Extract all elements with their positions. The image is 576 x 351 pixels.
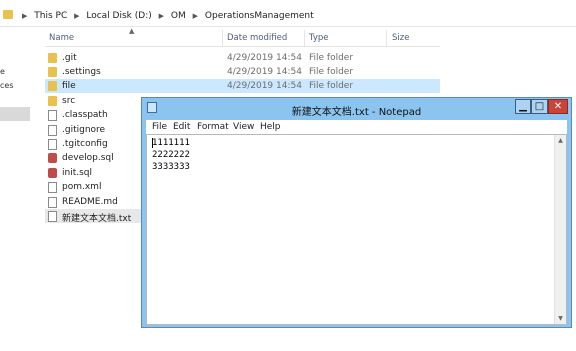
folder-icon <box>48 67 57 77</box>
folder-icon <box>48 81 57 91</box>
address-bar[interactable]: ▶ This PC ▶ Local Disk (D:) ▶ OM ▶ Opera… <box>0 6 576 27</box>
menu-help[interactable]: Help <box>260 122 281 132</box>
column-divider[interactable] <box>304 30 305 46</box>
file-row-selected[interactable]: file 4/29/2019 14:54 File folder <box>45 79 440 93</box>
column-size[interactable]: Size <box>392 33 409 43</box>
nav-pane-item[interactable]: ces <box>0 81 14 90</box>
vertical-scrollbar[interactable]: ▲ ▼ <box>554 135 566 324</box>
file-name: src <box>62 96 76 106</box>
breadcrumb: ▶ This PC ▶ Local Disk (D:) ▶ OM ▶ Opera… <box>18 11 314 21</box>
file-date: 4/29/2019 14:54 <box>227 67 302 77</box>
column-divider[interactable] <box>222 30 223 46</box>
menu-format[interactable]: Format <box>197 122 229 132</box>
file-icon <box>48 125 57 136</box>
breadcrumb-operations-management[interactable]: OperationsManagement <box>205 11 314 21</box>
menu-view[interactable]: View <box>233 122 254 132</box>
xml-file-icon <box>48 182 57 193</box>
text-caret <box>152 138 153 148</box>
column-divider[interactable] <box>386 30 387 46</box>
maximize-button[interactable]: □ <box>531 99 548 114</box>
menu-edit[interactable]: Edit <box>173 122 190 132</box>
scroll-down-icon[interactable]: ▼ <box>556 314 565 323</box>
title-bar[interactable]: 新建文本文档.txt - Notepad ▁ □ ✕ <box>142 98 571 118</box>
nav-pane-selected-item[interactable] <box>0 107 30 121</box>
file-name: README.md <box>62 197 118 207</box>
menu-bar: File Edit Format View Help <box>146 120 567 134</box>
file-icon <box>48 197 57 208</box>
file-date: 4/29/2019 14:54 <box>227 53 302 63</box>
folder-icon <box>3 10 13 19</box>
column-header: ▲ Name Date modified Type Size <box>45 27 440 47</box>
minimize-button[interactable]: ▁ <box>515 99 531 114</box>
breadcrumb-om[interactable]: OM <box>171 11 186 21</box>
folder-icon <box>48 96 57 106</box>
column-date-modified[interactable]: Date modified <box>227 33 287 43</box>
file-icon <box>48 110 57 121</box>
editor-content[interactable]: 1111111 2222222 3333333 <box>152 137 190 173</box>
file-name: .git <box>62 53 77 63</box>
file-name: .tgitconfig <box>62 139 108 149</box>
close-button[interactable]: ✕ <box>548 99 568 114</box>
file-icon <box>48 139 57 150</box>
column-name[interactable]: Name <box>49 33 74 43</box>
sql-file-icon <box>48 153 57 163</box>
folder-icon <box>48 53 57 63</box>
window-title: 新建文本文档.txt - Notepad <box>291 107 422 118</box>
file-name: pom.xml <box>62 182 102 192</box>
sort-ascending-icon: ▲ <box>129 27 135 35</box>
file-date: 4/29/2019 14:54 <box>227 81 302 91</box>
file-name: .classpath <box>62 110 108 120</box>
chevron-right-icon[interactable]: ▶ <box>193 12 198 20</box>
sql-file-icon <box>48 168 57 178</box>
file-row[interactable]: .settings 4/29/2019 14:54 File folder <box>45 65 440 79</box>
file-name: file <box>62 81 76 91</box>
file-type: File folder <box>309 53 354 63</box>
text-editor[interactable]: 1111111 2222222 3333333 ▲ ▼ <box>146 134 567 325</box>
file-name: .settings <box>62 67 101 77</box>
file-name: .gitignore <box>62 125 106 135</box>
file-name: init.sql <box>62 168 92 178</box>
file-type: File folder <box>309 81 354 91</box>
file-name: develop.sql <box>62 153 114 163</box>
chevron-right-icon[interactable]: ▶ <box>159 12 164 20</box>
notepad-window[interactable]: 新建文本文档.txt - Notepad ▁ □ ✕ File Edit For… <box>141 97 572 328</box>
text-file-icon <box>48 211 57 222</box>
breadcrumb-this-pc[interactable]: This PC <box>34 11 67 21</box>
column-type[interactable]: Type <box>309 33 329 43</box>
file-row[interactable]: .git 4/29/2019 14:54 File folder <box>45 51 440 65</box>
breadcrumb-local-disk[interactable]: Local Disk (D:) <box>86 11 151 21</box>
chevron-right-icon[interactable]: ▶ <box>74 12 79 20</box>
scroll-up-icon[interactable]: ▲ <box>556 136 565 145</box>
file-name: 新建文本文档.txt <box>62 214 132 224</box>
nav-pane-item[interactable]: e <box>0 67 5 76</box>
chevron-right-icon[interactable]: ▶ <box>22 12 27 20</box>
menu-file[interactable]: File <box>152 122 167 132</box>
file-type: File folder <box>309 67 354 77</box>
